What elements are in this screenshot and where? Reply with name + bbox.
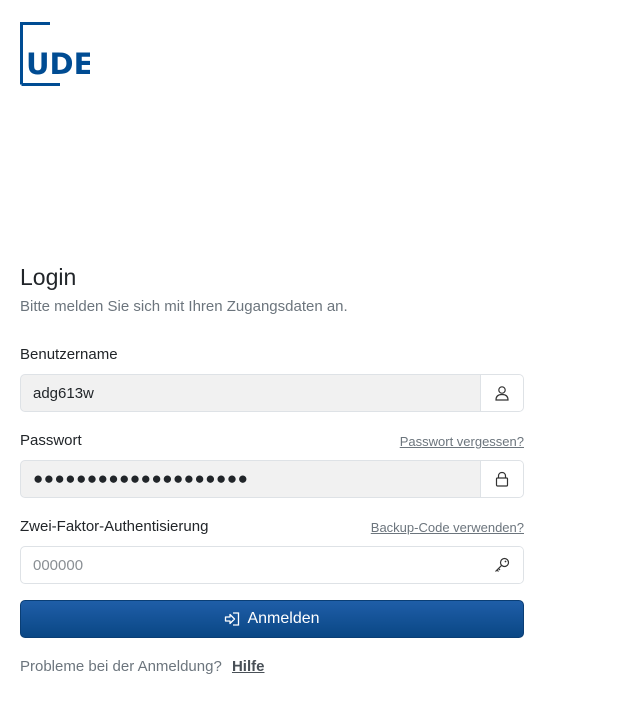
page-subtitle: Bitte melden Sie sich mit Ihren Zugangsd… xyxy=(20,298,348,315)
password-input[interactable]: ●●●●●●●●●●●●●●●●●●●● xyxy=(21,461,480,497)
login-button-label: Anmelden xyxy=(247,610,320,627)
ude-logo: UDE xyxy=(20,22,90,86)
password-label: Passwort xyxy=(20,432,82,449)
twofactor-input[interactable]: 000000 xyxy=(21,547,481,583)
username-label: Benutzername xyxy=(20,346,118,363)
user-icon xyxy=(480,375,523,411)
login-button[interactable]: Anmelden xyxy=(20,600,524,638)
password-field[interactable]: ●●●●●●●●●●●●●●●●●●●● xyxy=(20,460,524,498)
username-field[interactable]: adg613w xyxy=(20,374,524,412)
key-icon xyxy=(481,547,523,583)
help-link[interactable]: Hilfe xyxy=(232,658,265,675)
help-line: Probleme bei der Anmeldung? Hilfe xyxy=(20,657,264,677)
sign-in-icon xyxy=(224,611,241,627)
backup-code-link[interactable]: Backup-Code verwenden? xyxy=(371,519,524,537)
twofactor-label: Zwei-Faktor-Authentisierung xyxy=(20,518,209,535)
help-text: Probleme bei der Anmeldung? xyxy=(20,658,222,675)
username-input[interactable]: adg613w xyxy=(21,375,480,411)
login-page: UDE Login Bitte melden Sie sich mit Ihre… xyxy=(0,0,628,708)
twofactor-field[interactable]: 000000 xyxy=(20,546,524,584)
logo-text: UDE xyxy=(26,47,90,81)
forgot-password-link[interactable]: Passwort vergessen? xyxy=(400,433,524,451)
page-title: Login xyxy=(20,264,77,290)
lock-icon xyxy=(480,461,523,497)
